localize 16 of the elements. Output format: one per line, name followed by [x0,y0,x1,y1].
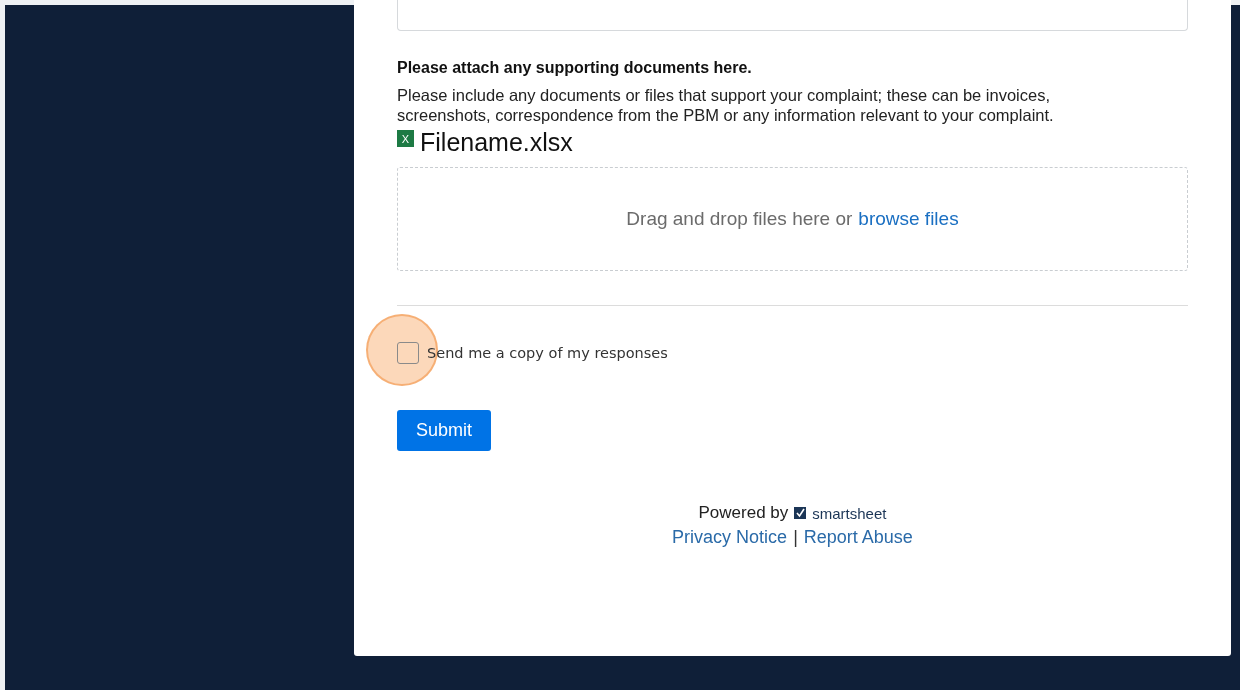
browse-files-link[interactable]: browse files [858,208,959,230]
file-name: Filename.xlsx [420,128,573,157]
file-drop-zone[interactable]: Drag and drop files here or browse files [397,167,1188,271]
footer-link[interactable]: Report Abuse [803,527,913,548]
section-heading: Please attach any supporting documents here. [397,59,753,77]
brand-name: smartsheet [812,504,887,522]
submit-button[interactable]: Submit [397,410,492,451]
separator: | [793,527,798,548]
text-field[interactable] [397,0,1188,31]
checkmark-logo-icon [794,507,807,519]
powered-by-text: Powered by [698,503,789,523]
section-description: Please include any documents or files that support your complaint; these can be invoices, screenshots, correspondence from the PBM or any information relevant to your complaint. [397,85,1055,125]
spreadsheet-icon: X [397,130,414,147]
footer-link[interactable]: Privacy Notice [672,527,788,548]
drop-zone-text: Drag and drop files here or [626,208,853,230]
checkbox[interactable] [397,342,419,364]
